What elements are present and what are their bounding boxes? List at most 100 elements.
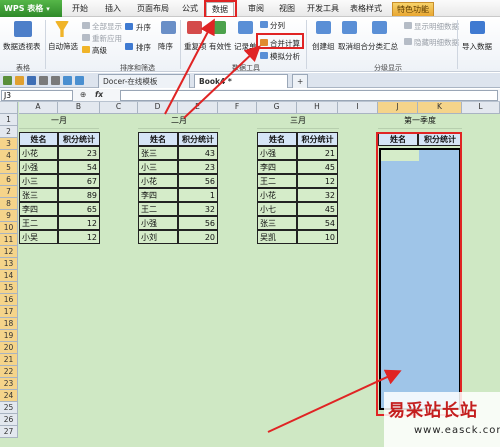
row-header-11[interactable]: 11: [0, 234, 18, 246]
print-icon[interactable]: [39, 76, 48, 85]
open-file-icon[interactable]: [15, 76, 24, 85]
jan-score-cell: 89: [58, 188, 100, 202]
row-header-16[interactable]: 16: [0, 294, 18, 306]
records-button[interactable]: 记录单: [234, 41, 257, 52]
save-icon[interactable]: [27, 76, 36, 85]
name-box[interactable]: J3: [1, 90, 73, 101]
mar-name-header: 姓名: [257, 132, 297, 146]
mar-name-cell: 李四: [257, 160, 297, 174]
watermark-url: www.easck.com: [414, 425, 500, 436]
row-header-7[interactable]: 7: [0, 186, 18, 198]
row-header-15[interactable]: 15: [0, 282, 18, 294]
tab-developer[interactable]: 开发工具: [305, 2, 341, 16]
jan-score-cell: 67: [58, 174, 100, 188]
tab-book4[interactable]: Book4 *: [194, 74, 288, 88]
column-header-l[interactable]: L: [462, 102, 500, 114]
fx-icon[interactable]: fx: [95, 90, 103, 99]
row-header-6[interactable]: 6: [0, 174, 18, 186]
row-header-8[interactable]: 8: [0, 198, 18, 210]
feb-score-cell: 32: [178, 202, 218, 216]
column-header-h[interactable]: H: [297, 102, 338, 114]
column-header-k[interactable]: K: [418, 102, 462, 114]
column-header-c[interactable]: C: [100, 102, 138, 114]
column-header-i[interactable]: I: [338, 102, 378, 114]
import-data-icon: [470, 21, 485, 34]
pivot-table-button[interactable]: 数据透视表: [3, 41, 41, 52]
jan-name-cell: 小三: [19, 174, 58, 188]
reapply-button[interactable]: 重新应用: [92, 33, 122, 44]
undo-icon[interactable]: [63, 76, 72, 85]
target-range-highlight: [376, 132, 462, 416]
row-header-20[interactable]: 20: [0, 342, 18, 354]
column-header-d[interactable]: D: [138, 102, 178, 114]
column-header-f[interactable]: F: [218, 102, 257, 114]
validity-button[interactable]: 有效性: [209, 41, 232, 52]
select-all-corner[interactable]: [0, 102, 18, 114]
document-tab-strip: Docer-在线模板 Book4 * +: [0, 73, 500, 88]
sort-descending-button[interactable]: 降序: [158, 41, 173, 52]
jan-name-cell: 小强: [19, 160, 58, 174]
row-header-26[interactable]: 26: [0, 414, 18, 426]
column-header-a[interactable]: A: [19, 102, 58, 114]
tab-page-layout[interactable]: 页面布局: [135, 2, 171, 16]
row-header-4[interactable]: 4: [0, 150, 18, 162]
split-columns-button[interactable]: 分列: [270, 20, 285, 31]
row-header-23[interactable]: 23: [0, 378, 18, 390]
whatif-analysis-button[interactable]: 模拟分析: [270, 51, 300, 62]
row-header-13[interactable]: 13: [0, 258, 18, 270]
merge-calc-highlight: [256, 33, 304, 49]
app-menu-button[interactable]: WPS 表格 ▾: [0, 0, 62, 17]
feb-score-cell: 1: [178, 188, 218, 202]
row-header-21[interactable]: 21: [0, 354, 18, 366]
feb-name-cell: 小刘: [138, 230, 178, 244]
sort-ascending-button[interactable]: 升序: [136, 22, 151, 33]
column-header-e[interactable]: E: [178, 102, 218, 114]
row-header-25[interactable]: 25: [0, 402, 18, 414]
column-header-j[interactable]: J: [378, 102, 418, 114]
new-tab-button[interactable]: +: [292, 74, 308, 88]
tab-docer-templates[interactable]: Docer-在线模板: [98, 74, 190, 88]
sort-button[interactable]: 排序: [136, 42, 151, 53]
tab-special-features[interactable]: 特色功能: [392, 2, 434, 16]
feb-name-cell: 小三: [138, 160, 178, 174]
row-header-10[interactable]: 10: [0, 222, 18, 234]
show-detail-button[interactable]: 显示明细数据: [414, 21, 459, 32]
row-header-18[interactable]: 18: [0, 318, 18, 330]
row-header-17[interactable]: 17: [0, 306, 18, 318]
show-all-button[interactable]: 全部显示: [92, 21, 122, 32]
row-header-22[interactable]: 22: [0, 366, 18, 378]
column-header-b[interactable]: B: [58, 102, 100, 114]
create-group-button[interactable]: 创建组: [312, 41, 335, 52]
duplicates-button[interactable]: 重复项: [184, 41, 207, 52]
import-data-button[interactable]: 导入数据: [462, 41, 492, 52]
advanced-filter-button[interactable]: 高级: [92, 45, 107, 56]
ungroup-button[interactable]: 取消组合: [338, 41, 368, 52]
row-header-9[interactable]: 9: [0, 210, 18, 222]
feb-score-cell: 43: [178, 146, 218, 160]
preview-icon[interactable]: [51, 76, 60, 85]
tab-insert[interactable]: 插入: [100, 2, 126, 16]
row-header-24[interactable]: 24: [0, 390, 18, 402]
subtotal-button[interactable]: 分类汇总: [368, 41, 398, 52]
tab-view[interactable]: 视图: [274, 2, 300, 16]
row-header-12[interactable]: 12: [0, 246, 18, 258]
row-header-5[interactable]: 5: [0, 162, 18, 174]
tab-formulas[interactable]: 公式: [177, 2, 203, 16]
row-header-19[interactable]: 19: [0, 330, 18, 342]
redo-icon[interactable]: [75, 76, 84, 85]
row-header-1[interactable]: 1: [0, 114, 18, 126]
row-header-2[interactable]: 2: [0, 126, 18, 138]
tab-home[interactable]: 开始: [67, 2, 93, 16]
row-header-14[interactable]: 14: [0, 270, 18, 282]
pivot-table-icon: [14, 21, 32, 37]
zoom-icon[interactable]: ⊕: [80, 90, 86, 99]
row-header-3[interactable]: 3: [0, 138, 18, 150]
autofilter-button[interactable]: 自动筛选: [48, 41, 78, 52]
hide-detail-button[interactable]: 隐藏明细数据: [414, 37, 459, 48]
tab-table-style[interactable]: 表格样式: [346, 2, 386, 16]
column-header-g[interactable]: G: [257, 102, 297, 114]
tab-review[interactable]: 审阅: [243, 2, 269, 16]
formula-input[interactable]: [120, 90, 498, 101]
new-file-icon[interactable]: [3, 76, 12, 85]
row-header-27[interactable]: 27: [0, 426, 18, 438]
